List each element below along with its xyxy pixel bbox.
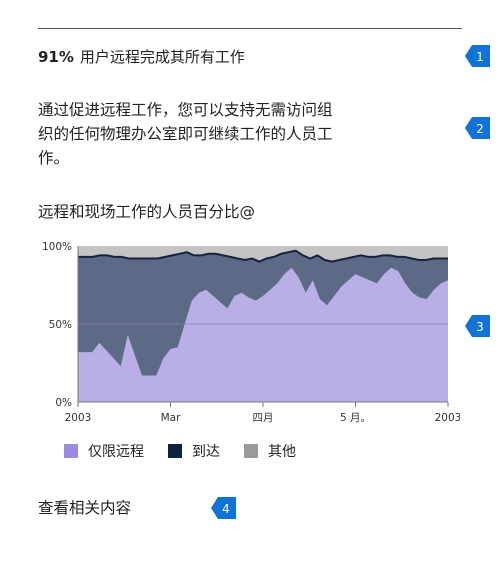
y-tick-label: 100% [42,241,72,253]
callout-2-label: 2 [476,122,484,136]
legend-label-remote-only: 仅限远程 [88,444,144,460]
callout-1-label: 1 [476,50,484,64]
x-tick-label: Mar [161,412,181,424]
legend-item-other: 其他 [244,441,296,461]
top-divider [38,28,462,29]
description-text: 通过促进远程工作，您可以支持无需访问组织的任何物理办公室即可继续工作的人员工作。 [38,101,333,167]
legend-swatch-onsite [168,444,182,458]
callout-3-label: 3 [476,320,484,334]
x-tick-label: 四月 [253,412,274,424]
x-tick-label: 5 月。 [340,412,371,424]
x-tick-label: 2003 [65,412,92,424]
legend-label-onsite: 到达 [192,444,220,460]
legend-swatch-other [244,444,258,458]
callout-2: 2 [464,116,492,140]
legend-item-onsite: 到达 [168,441,220,461]
legend-label-other: 其他 [268,444,296,460]
remote-stat: 91% 用户远程完成其所有工作 [38,46,245,67]
callout-4-label: 4 [222,502,230,516]
callout-1: 1 [464,44,492,68]
y-tick-label: 50% [49,319,72,331]
legend-item-remote-only: 仅限远程 [64,441,144,461]
chart-title: 远程和现场工作的人员百分比@ [38,203,256,221]
callout-4: 4 [210,496,238,520]
x-tick-label: 2003 [435,412,460,424]
y-tick-label: 0% [55,397,72,409]
chart-legend: 仅限远程 到达 其他 [64,440,320,462]
stat-text: 用户远程完成其所有工作 [79,48,245,66]
remote-work-chart: 100% 50% 0% 2003 Mar 四月 5 月。 2003 [42,241,460,424]
callout-3: 3 [464,314,492,338]
legend-swatch-remote-only [64,444,78,458]
stat-percent: 91% [38,48,74,66]
related-content-link[interactable]: 查看相关内容 [38,496,131,518]
